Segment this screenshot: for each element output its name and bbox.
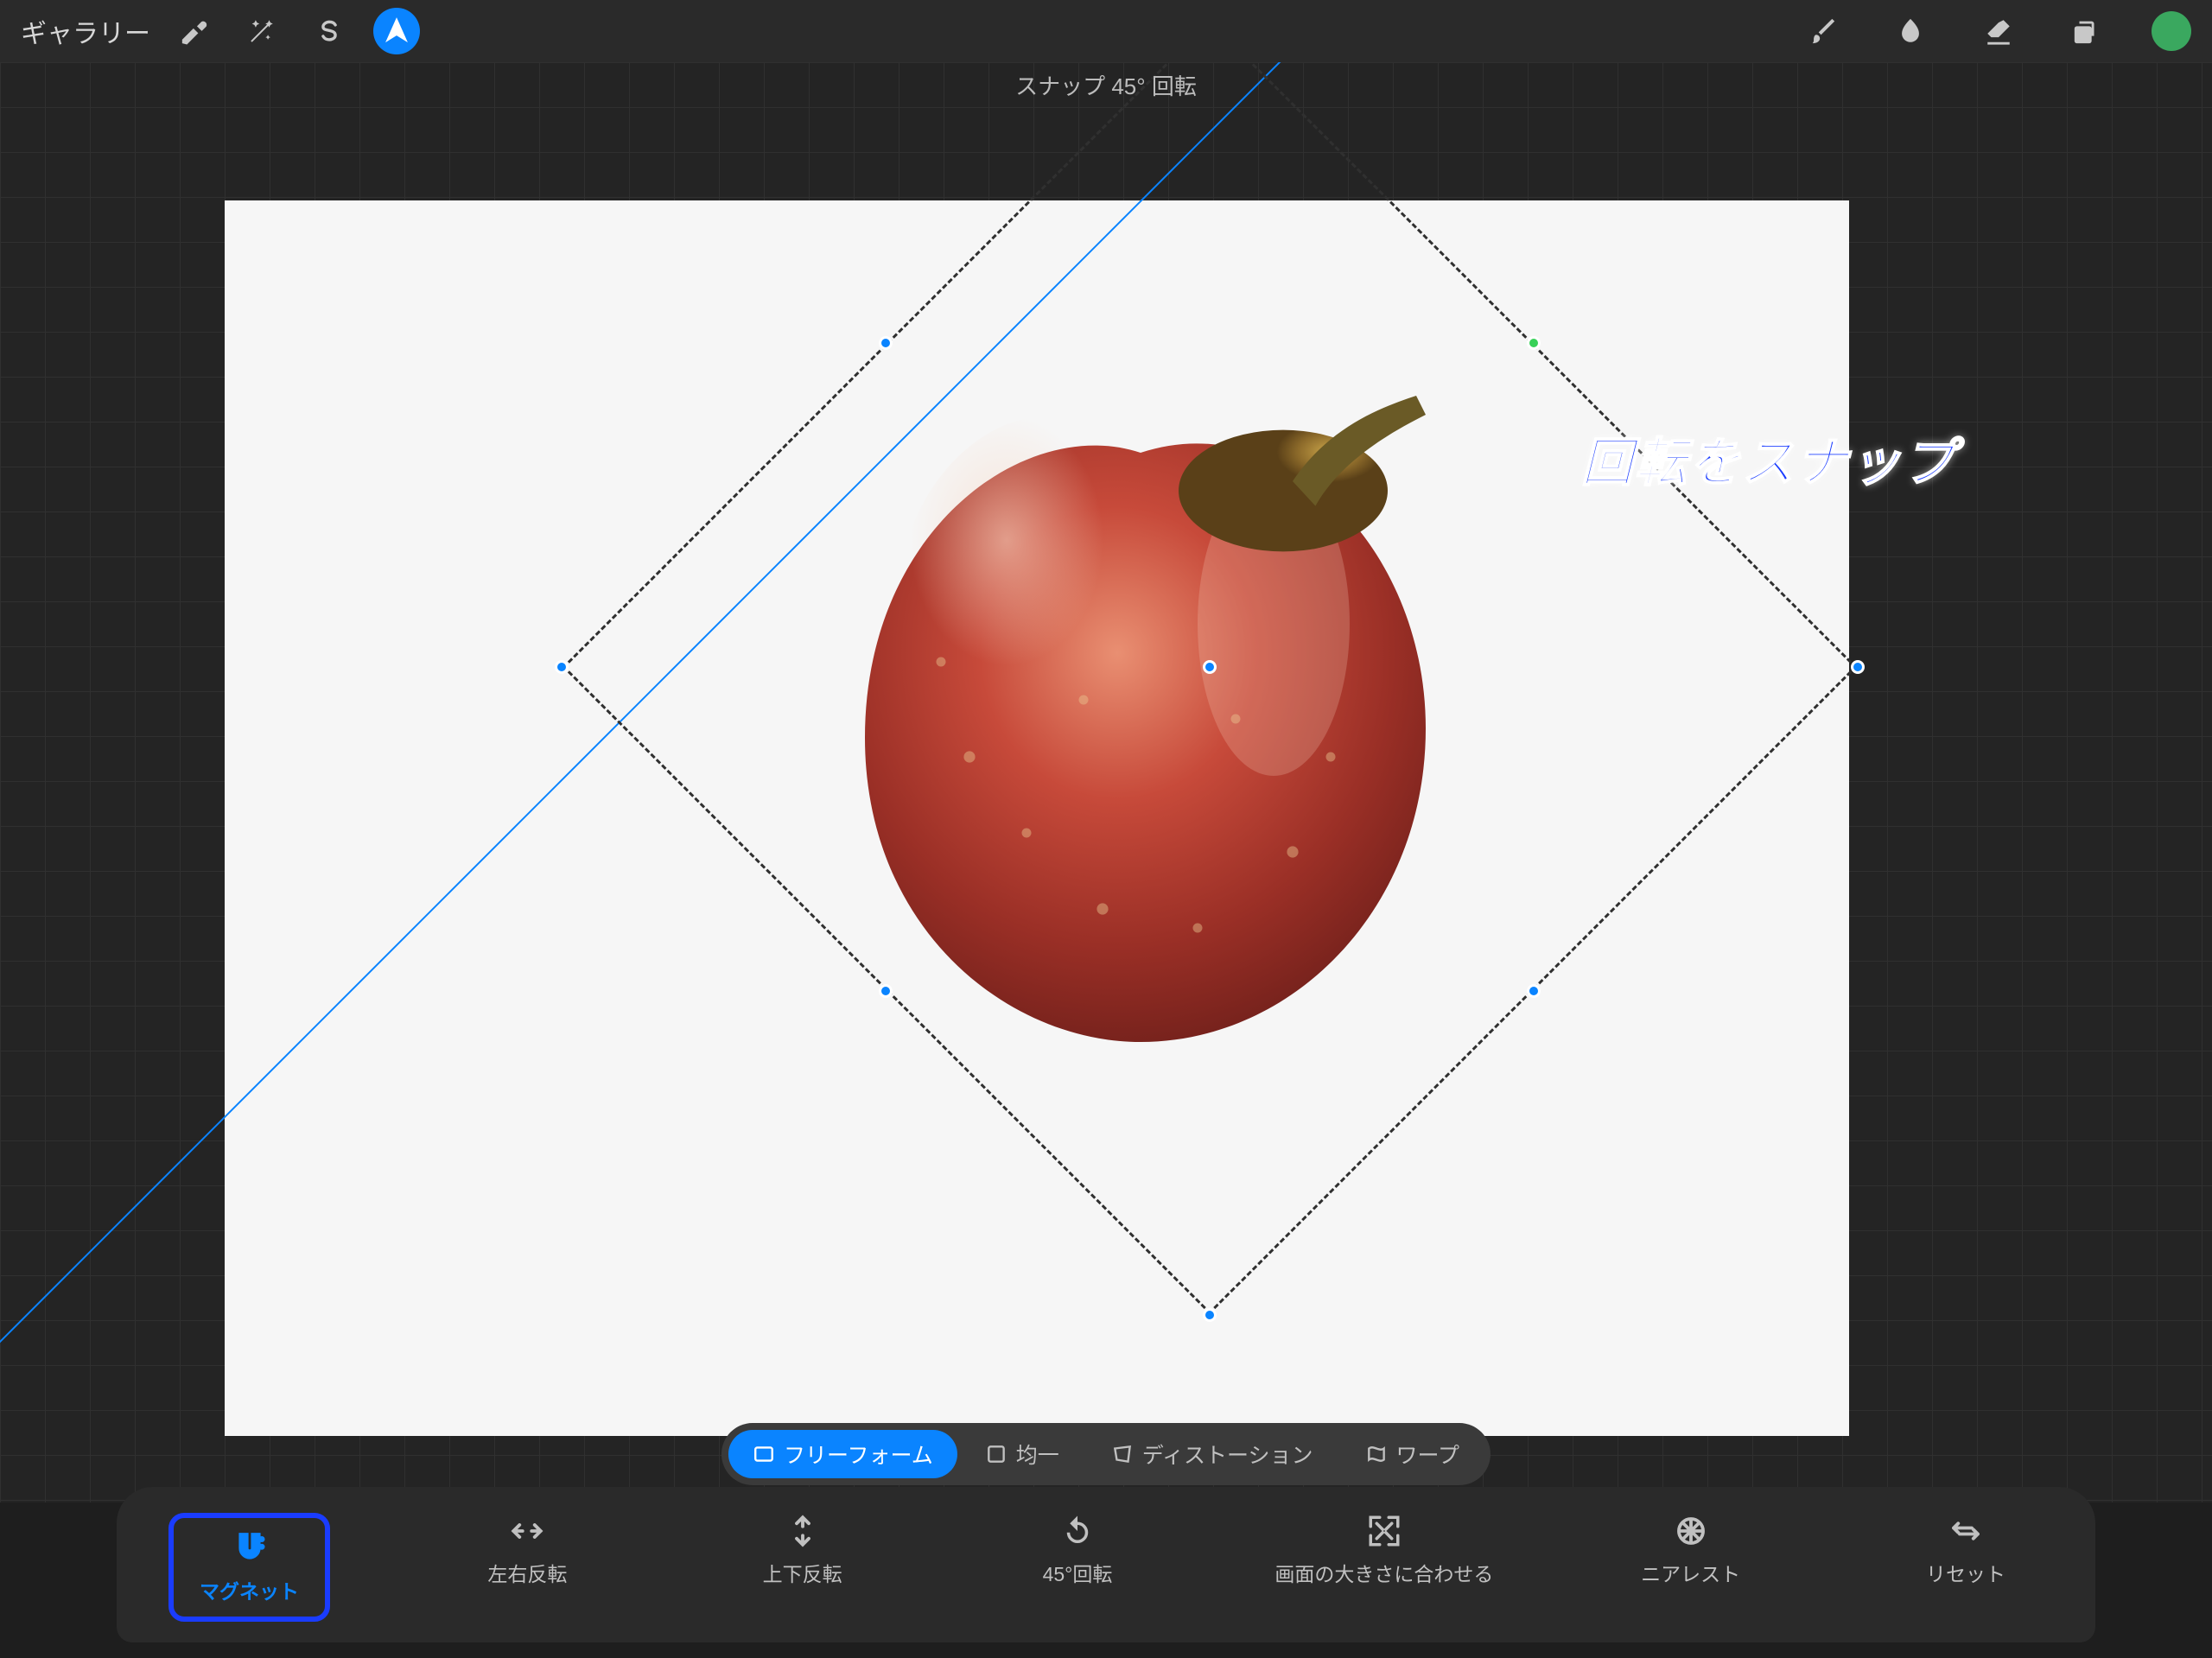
- action-nearest-label: ニアレスト: [1641, 1558, 1740, 1587]
- gallery-button[interactable]: ギャラリー: [21, 12, 150, 50]
- canvas-viewport[interactable]: 回転をスナップ: [0, 62, 2212, 1502]
- nearest-icon: [1673, 1513, 1709, 1549]
- uniform-icon: [985, 1443, 1007, 1465]
- action-flip-horizontal-label: 左右反転: [487, 1558, 567, 1587]
- action-fit-screen[interactable]: 画面の大きさに合わせる: [1274, 1513, 1493, 1622]
- action-reset[interactable]: リセット: [1888, 1513, 2044, 1622]
- action-rotate-45[interactable]: 45°回転: [1000, 1513, 1155, 1622]
- bbox-handle-left[interactable]: [555, 660, 569, 674]
- top-toolbar: ギャラリー: [0, 0, 2212, 62]
- annotation-snap-rotation: 回転をスナップ: [1581, 421, 1956, 496]
- mode-uniform[interactable]: 均一: [961, 1430, 1084, 1478]
- wand-icon[interactable]: [238, 8, 285, 54]
- warp-icon: [1365, 1443, 1388, 1465]
- mode-warp[interactable]: ワープ: [1341, 1430, 1484, 1478]
- action-magnet[interactable]: マグネット: [168, 1513, 330, 1622]
- bbox-handle-bottom-right[interactable]: [1527, 984, 1541, 998]
- layers-icon[interactable]: [2063, 8, 2110, 54]
- transform-action-bar: マグネット 左右反転 上下反転 45°回転 画面の大きさに合わせる ニアレスト: [117, 1487, 2095, 1642]
- bbox-handle-top-left[interactable]: [879, 336, 893, 350]
- mode-freeform-label: フリーフォーム: [784, 1439, 933, 1470]
- bbox-handle-bottom[interactable]: [1203, 1308, 1217, 1322]
- canvas-sheet[interactable]: [225, 200, 1849, 1436]
- action-reset-label: リセット: [1926, 1558, 2005, 1587]
- mode-uniform-label: 均一: [1016, 1439, 1059, 1470]
- freeform-icon: [753, 1443, 775, 1465]
- fit-screen-icon: [1366, 1513, 1402, 1549]
- mode-freeform[interactable]: フリーフォーム: [728, 1430, 957, 1478]
- bbox-handle-center[interactable]: [1203, 660, 1217, 674]
- eraser-icon[interactable]: [1975, 8, 2022, 54]
- transform-arrow-icon[interactable]: [373, 8, 420, 54]
- action-flip-horizontal[interactable]: 左右反転: [449, 1513, 605, 1622]
- action-flip-vertical[interactable]: 上下反転: [725, 1513, 880, 1622]
- mode-warp-label: ワープ: [1396, 1439, 1460, 1470]
- brush-icon[interactable]: [1799, 8, 1846, 54]
- reset-icon: [1948, 1513, 1984, 1549]
- transform-mode-bar: フリーフォーム 均一 ディストーション ワープ: [721, 1423, 1491, 1485]
- flip-horizontal-icon: [509, 1513, 545, 1549]
- smudge-icon[interactable]: [1887, 8, 1934, 54]
- bbox-rotation-handle[interactable]: [1527, 336, 1541, 350]
- mode-distortion[interactable]: ディストーション: [1087, 1430, 1338, 1478]
- mode-distortion-label: ディストーション: [1142, 1439, 1313, 1470]
- action-magnet-label: マグネット: [200, 1575, 299, 1604]
- color-chip[interactable]: [2152, 11, 2191, 51]
- magnet-icon: [232, 1530, 268, 1566]
- rotate-45-icon: [1059, 1513, 1096, 1549]
- wrench-icon[interactable]: [171, 8, 218, 54]
- bbox-handle-right[interactable]: [1851, 660, 1865, 674]
- transform-status-text: スナップ 45° 回転: [0, 69, 2212, 101]
- action-flip-vertical-label: 上下反転: [763, 1558, 842, 1587]
- distortion-icon: [1111, 1443, 1134, 1465]
- bbox-handle-bottom-left[interactable]: [879, 984, 893, 998]
- selection-s-icon[interactable]: [306, 8, 353, 54]
- action-fit-screen-label: 画面の大きさに合わせる: [1274, 1558, 1493, 1587]
- flip-vertical-icon: [785, 1513, 821, 1549]
- action-rotate-45-label: 45°回転: [1043, 1558, 1113, 1587]
- action-nearest[interactable]: ニアレスト: [1613, 1513, 1769, 1622]
